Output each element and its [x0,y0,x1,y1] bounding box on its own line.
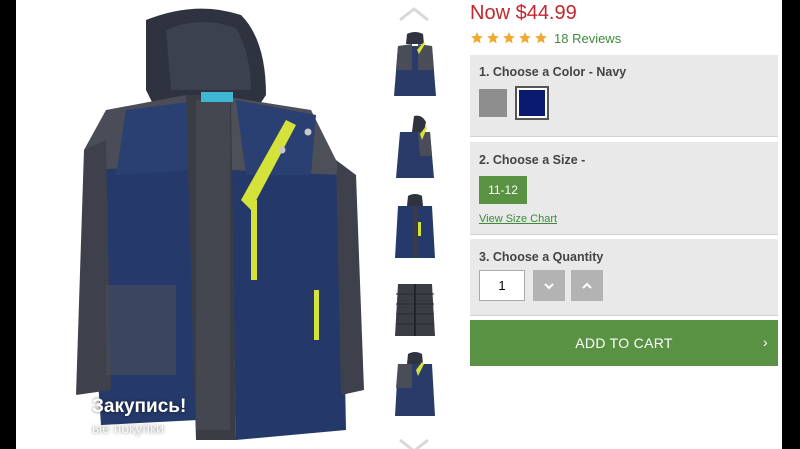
notification-subtitle: ые покупки [92,420,164,436]
quantity-input[interactable] [479,270,525,301]
rating: 18 Reviews [470,29,621,47]
product-page: Now $44.99 18 Reviews 1. Choose a Color … [16,0,782,449]
swatch-grey[interactable] [479,89,507,117]
thumbnail-5[interactable] [390,350,440,420]
promo-notification[interactable]: Закупись! ые покупки [26,392,286,442]
main-product-image[interactable] [46,0,386,449]
notification-icon [26,394,80,438]
thumbnail-1[interactable] [390,30,440,100]
chevron-up-icon[interactable] [398,6,430,22]
star-icon [487,32,499,44]
color-panel-title: 1. Choose a Color - Navy [479,65,627,79]
quantity-panel-title: 3. Choose a Quantity [479,250,604,264]
quantity-panel: 3. Choose a Quantity [470,239,778,316]
star-icon [535,32,547,44]
jacket-image [76,8,364,440]
chevron-up-icon [582,282,592,289]
size-panel: 2. Choose a Size - 11-12 View Size Chart [470,142,778,235]
color-panel: 1. Choose a Color - Navy [470,55,778,137]
star-rating [470,31,550,45]
size-chart-link[interactable]: View Size Chart [479,213,557,225]
quantity-increase-button[interactable] [571,270,603,301]
swatch-navy-selected-frame[interactable] [515,86,549,120]
chevron-down-icon[interactable] [398,438,430,449]
chevron-down-icon [544,282,554,289]
thumbnail-4[interactable] [390,274,440,344]
star-icon [519,32,531,44]
swatch-navy[interactable] [519,90,545,116]
thumbnail-3[interactable] [390,192,440,262]
star-icon [471,32,483,44]
notification-title: Закупись! [92,396,187,417]
price: Now $44.99 [470,2,577,24]
add-to-cart-button[interactable]: ADD TO CART › [470,320,778,366]
size-panel-title: 2. Choose a Size - [479,153,586,167]
thumbnail-2[interactable] [390,112,440,182]
size-option-11-12[interactable]: 11-12 [479,176,527,204]
chevron-right-icon: › [763,334,768,350]
quantity-decrease-button[interactable] [533,270,565,301]
star-icon [503,32,515,44]
thumbnail-strip [388,0,442,449]
reviews-link[interactable]: 18 Reviews [554,31,621,46]
add-to-cart-label: ADD TO CART [575,335,673,351]
